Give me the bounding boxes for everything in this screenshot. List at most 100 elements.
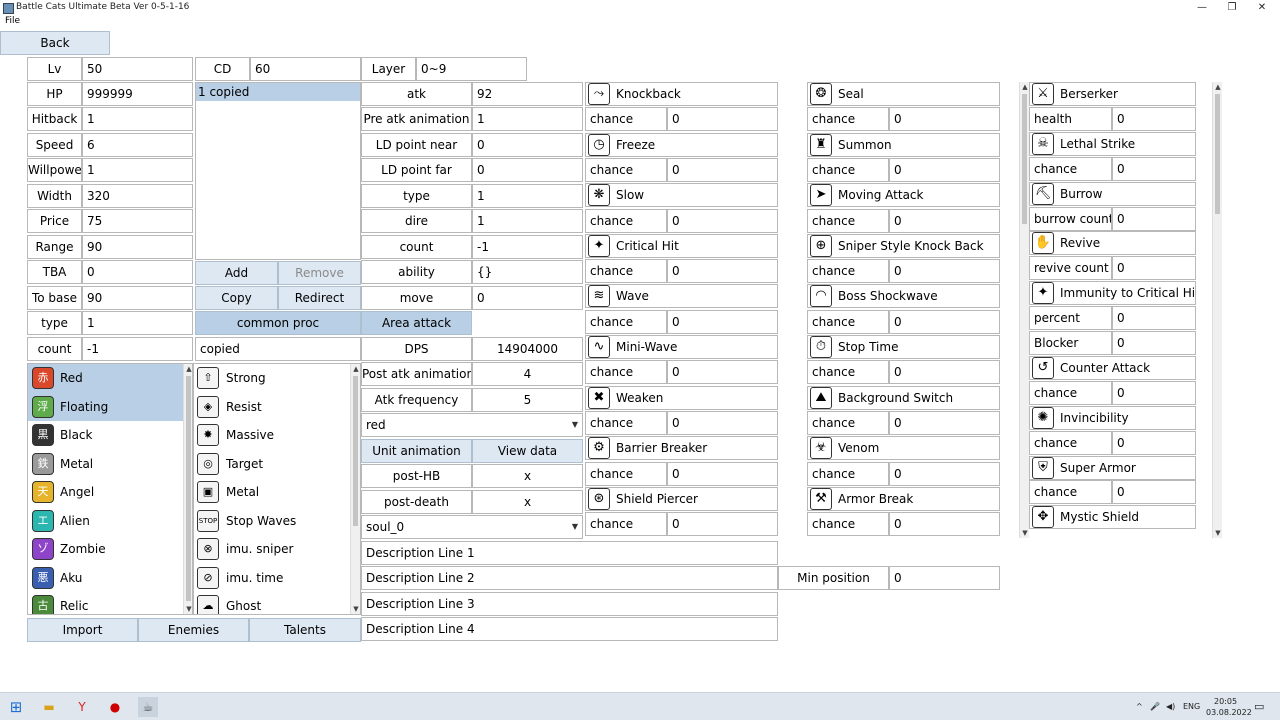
attack-field[interactable]: 0 — [472, 286, 583, 310]
proc-header[interactable]: ✋ Revive — [1029, 231, 1196, 256]
record-icon[interactable]: ● — [105, 697, 125, 717]
stat-field[interactable]: 1 — [82, 311, 193, 335]
proc-field-value[interactable]: 0 — [889, 259, 1000, 284]
proc-header[interactable]: ∿ Mini-Wave — [585, 335, 778, 359]
proc-header[interactable]: ⊛ Shield Piercer — [585, 486, 778, 511]
proc-field-value[interactable]: 0 — [1112, 480, 1196, 505]
proc-field-value[interactable]: 0 — [667, 259, 778, 284]
close-icon[interactable]: ✕ — [1246, 0, 1278, 15]
scroll-thumb[interactable] — [186, 376, 191, 601]
proc-header[interactable]: ⚒ Armor Break — [807, 486, 1000, 511]
proc-header[interactable]: ⛨ Super Armor — [1029, 455, 1196, 480]
layer-field[interactable]: 0~9 — [416, 57, 527, 81]
proc-header[interactable]: ⊕ Sniper Style Knock Back — [807, 233, 1000, 258]
attack-field[interactable]: 92 — [472, 82, 583, 106]
trait-item[interactable]: 浮 Floating — [28, 392, 183, 421]
proc-header[interactable]: ✦ Critical Hit — [585, 233, 778, 258]
import-button[interactable]: Import — [27, 618, 138, 642]
stat-field[interactable]: 1 — [82, 158, 193, 182]
trait-item[interactable]: ゾ Zombie — [28, 535, 183, 564]
proc-header[interactable]: ❂ Seal — [807, 82, 1000, 106]
attack-field[interactable]: 0 — [472, 133, 583, 157]
scroll-thumb[interactable] — [1022, 94, 1027, 224]
speaker-icon[interactable]: ◀) — [1166, 702, 1175, 711]
proc-field-value[interactable]: 0 — [667, 107, 778, 132]
proc-field-value[interactable]: 0 — [1112, 206, 1196, 231]
scroll-down-icon[interactable]: ▼ — [184, 604, 192, 614]
scroll-up-icon[interactable]: ▲ — [351, 364, 360, 374]
trait-item[interactable]: 黒 Black — [28, 421, 183, 450]
enemies-button[interactable]: Enemies — [138, 618, 249, 642]
proc-header[interactable]: ☣ Venom — [807, 436, 1000, 461]
attack-field[interactable]: -1 — [472, 235, 583, 259]
ability-item[interactable]: ▣ Metal — [194, 478, 350, 507]
tray-chevron-icon[interactable]: ^ — [1136, 702, 1143, 711]
description-line[interactable]: Description Line 1 — [361, 541, 778, 565]
unit-animation-button[interactable]: Unit animation — [361, 439, 472, 463]
ability-item[interactable]: ⊗ imu. sniper — [194, 535, 350, 564]
restore-icon[interactable]: ❐ — [1216, 0, 1248, 15]
remove-button[interactable]: Remove — [278, 261, 361, 285]
soul-select[interactable]: soul_0 ▼ — [361, 515, 583, 539]
proc-header[interactable]: ❋ Slow — [585, 183, 778, 208]
proc-field-value[interactable]: 0 — [667, 512, 778, 537]
post-hb-field[interactable]: x — [472, 464, 583, 488]
redirect-button[interactable]: Redirect — [278, 286, 361, 310]
proc-field-value[interactable]: 0 — [889, 309, 1000, 334]
attack-field[interactable]: 1 — [472, 107, 583, 131]
proc-header[interactable]: ⤳ Knockback — [585, 82, 778, 106]
proc-header[interactable]: ➤ Moving Attack — [807, 183, 1000, 208]
post-death-field[interactable]: x — [472, 490, 583, 514]
proc-field-value[interactable]: 0 — [889, 360, 1000, 385]
description-line[interactable]: Description Line 2 — [361, 566, 778, 590]
attack-field[interactable]: 1 — [472, 209, 583, 233]
clock-time[interactable]: 20:05 — [1214, 697, 1237, 706]
java-app-icon[interactable]: ☕ — [138, 697, 158, 717]
copied-field[interactable]: copied — [195, 337, 361, 361]
proc-field-value[interactable]: 0 — [889, 208, 1000, 233]
windows-start-icon[interactable]: ⊞ — [6, 697, 26, 717]
proc-header[interactable]: ≋ Wave — [585, 284, 778, 309]
microphone-icon[interactable]: 🎤 — [1150, 702, 1160, 711]
area-attack-button[interactable]: Area attack — [361, 311, 472, 335]
ability-item[interactable]: ◈ Resist — [194, 393, 350, 422]
minimize-icon[interactable]: — — [1186, 0, 1218, 15]
proc-field-value[interactable]: 0 — [667, 208, 778, 233]
scroll-down-icon[interactable]: ▼ — [1213, 528, 1223, 538]
procs-scrollbar-left[interactable]: ▲ ▼ — [1019, 82, 1029, 538]
proc-field-value[interactable]: 0 — [1112, 306, 1196, 331]
talents-button[interactable]: Talents — [249, 618, 361, 642]
proc-field-value[interactable]: 0 — [667, 360, 778, 385]
stat-field[interactable]: 90 — [82, 235, 193, 259]
proc-header[interactable]: ⚔ Berserker — [1029, 82, 1196, 106]
stat-field[interactable]: 75 — [82, 209, 193, 233]
notification-icon[interactable]: ▭ — [1254, 700, 1264, 713]
add-button[interactable]: Add — [195, 261, 278, 285]
trait-item[interactable]: エ Alien — [28, 507, 183, 536]
scroll-thumb[interactable] — [1215, 94, 1220, 214]
proc-header[interactable]: ✺ Invincibility — [1029, 405, 1196, 430]
view-data-button[interactable]: View data — [472, 439, 583, 463]
common-proc-button[interactable]: common proc — [195, 311, 361, 335]
trait-select[interactable]: red ▼ — [361, 413, 583, 437]
proc-field-value[interactable]: 0 — [1112, 331, 1196, 355]
ability-item[interactable]: ✸ Massive — [194, 421, 350, 450]
stat-field[interactable]: 90 — [82, 286, 193, 310]
attack-field[interactable]: 0 — [472, 158, 583, 182]
stat-field[interactable]: 999999 — [82, 82, 193, 106]
proc-header[interactable]: ⚙ Barrier Breaker — [585, 436, 778, 461]
proc-field-value[interactable]: 0 — [667, 157, 778, 182]
ability-item[interactable]: ☁ Ghost — [194, 592, 350, 614]
procs-scrollbar[interactable]: ▲ ▼ — [1212, 82, 1222, 538]
ability-item[interactable]: STOP Stop Waves — [194, 507, 350, 536]
proc-field-value[interactable]: 0 — [1112, 156, 1196, 181]
trait-item[interactable]: 悪 Aku — [28, 564, 183, 593]
proc-field-value[interactable]: 0 — [1112, 256, 1196, 281]
copy-button[interactable]: Copy — [195, 286, 278, 310]
stat-field[interactable]: 0 — [82, 260, 193, 284]
proc-header[interactable]: ✦ Immunity to Critical Hit — [1029, 281, 1196, 306]
proc-header[interactable]: ✥ Mystic Shield — [1029, 505, 1196, 530]
menu-file[interactable]: File — [5, 16, 20, 26]
proc-header[interactable]: ⛏ Burrow — [1029, 181, 1196, 206]
scroll-down-icon[interactable]: ▼ — [1020, 528, 1030, 538]
